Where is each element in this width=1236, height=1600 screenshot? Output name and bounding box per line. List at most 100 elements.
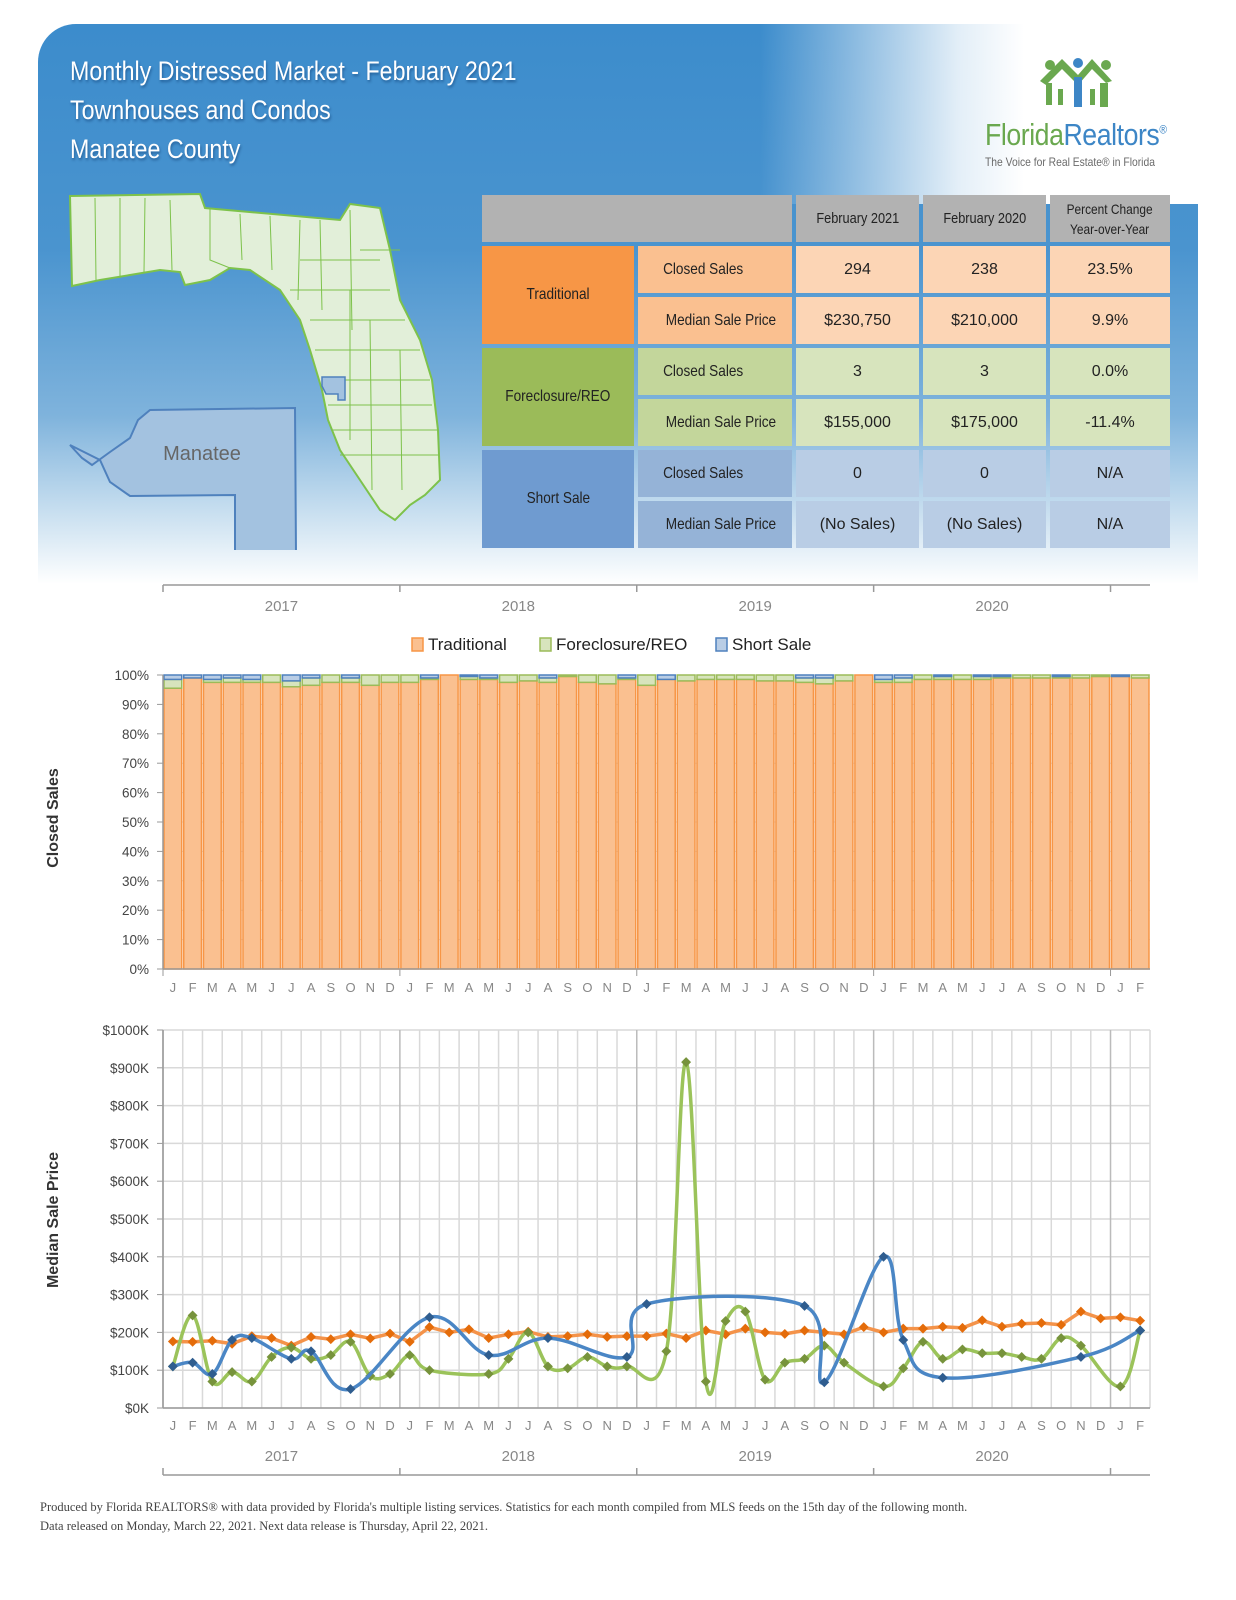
marker-traditional — [957, 1322, 968, 1333]
x-month-label: O — [345, 1418, 355, 1433]
marker-traditional — [681, 1333, 692, 1344]
logo-florida: Florida — [985, 117, 1064, 152]
x-month-label: M — [207, 980, 218, 995]
manatee-label: Manatee — [163, 443, 241, 465]
bar-foreclosure — [1031, 674, 1052, 679]
marker-foreclosure — [424, 1365, 435, 1376]
bar-traditional — [854, 674, 874, 970]
bottom-year-axis: 2017 2018 2019 2020 — [162, 1448, 1150, 1476]
y-tick-label: $800K — [110, 1099, 149, 1114]
value-cell: 0 — [923, 450, 1046, 497]
bar-traditional — [1051, 677, 1071, 970]
table-row: Foreclosure/REO Closed Sales 3 3 0.0% — [482, 348, 1170, 446]
bar-traditional — [281, 686, 301, 970]
metric-label: Closed Sales — [638, 348, 792, 395]
metric-label: Median Sale Price — [638, 297, 792, 344]
marker-traditional — [444, 1327, 455, 1338]
marker-foreclosure — [977, 1348, 988, 1359]
x-month-label: F — [1136, 980, 1144, 995]
x-month-label: N — [366, 1418, 375, 1433]
bar-short-sale — [794, 674, 815, 679]
bar-foreclosure — [637, 674, 657, 687]
marker-traditional — [1115, 1312, 1126, 1323]
x-month-label: N — [1076, 980, 1085, 995]
bar-foreclosure — [163, 678, 183, 689]
value-cell: 238 — [923, 246, 1046, 293]
x-month-label: M — [246, 1418, 257, 1433]
x-month-label: D — [622, 1418, 631, 1433]
marker-foreclosure — [681, 1057, 692, 1068]
marker-foreclosure — [997, 1348, 1007, 1359]
footer-line-1: Produced by Florida REALTORS® with data … — [40, 1500, 968, 1514]
footer-line-2: Data released on Monday, March 22, 2021.… — [40, 1519, 489, 1533]
bar-traditional — [577, 681, 598, 970]
bar-foreclosure — [498, 674, 519, 684]
marker-foreclosure — [1016, 1352, 1027, 1362]
y-tick-label: 30% — [122, 874, 149, 889]
x-month-label: J — [999, 1418, 1006, 1433]
x-month-label: D — [622, 980, 631, 995]
x-month-label: J — [505, 1418, 512, 1433]
marker-foreclosure — [878, 1381, 889, 1392]
marker-traditional — [937, 1321, 948, 1332]
marker-short-sale — [424, 1312, 435, 1323]
x-month-label: S — [800, 1418, 809, 1433]
marker-foreclosure — [700, 1376, 711, 1387]
x-month-label: J — [762, 1418, 769, 1433]
bar-traditional — [755, 680, 775, 970]
category-foreclosure: Foreclosure/REO — [482, 348, 634, 446]
category-traditional: Traditional — [482, 246, 634, 344]
bar-traditional — [242, 681, 262, 970]
bar-traditional — [1012, 677, 1032, 970]
bar-traditional — [459, 678, 479, 970]
marker-traditional — [779, 1328, 790, 1339]
y-tick-label: 70% — [122, 756, 149, 771]
marker-traditional — [187, 1336, 198, 1347]
x-month-label: A — [465, 980, 474, 995]
bar-foreclosure — [1091, 674, 1111, 678]
pct-cell: 0.0% — [1050, 348, 1170, 395]
x-month-label: J — [288, 980, 295, 995]
y-tick-label: 60% — [122, 786, 149, 801]
x-month-label: O — [582, 1418, 592, 1433]
x-month-label: J — [999, 980, 1006, 995]
marker-foreclosure — [582, 1352, 593, 1362]
x-month-label: J — [268, 980, 275, 995]
bar-foreclosure — [321, 674, 341, 684]
bar-short-sale — [814, 674, 834, 679]
bar-foreclosure — [676, 674, 696, 682]
x-month-label: A — [1017, 1418, 1026, 1433]
legend-swatch — [539, 637, 552, 652]
bar-short-sale — [933, 674, 953, 678]
marker-short-sale — [246, 1333, 257, 1344]
bar-foreclosure — [400, 674, 420, 684]
bar-short-sale — [992, 674, 1012, 678]
bar-traditional — [360, 684, 380, 970]
median-price-line-chart: $0K $100K $200K $300K $400K $500K $600K $700K $8… — [102, 1023, 1151, 1433]
value-cell: $175,000 — [923, 399, 1046, 446]
y-tick-label: $200K — [110, 1325, 149, 1340]
col-pct-change: Percent Change Year-over-Year — [1050, 195, 1170, 242]
bar-traditional — [933, 678, 953, 970]
marker-traditional — [385, 1328, 395, 1339]
year-label: 2019 — [739, 1448, 772, 1465]
marker-traditional — [365, 1333, 376, 1344]
houses-people-icon — [1040, 58, 1112, 107]
x-month-label: J — [742, 1418, 749, 1433]
bar-foreclosure — [755, 674, 775, 682]
x-month-label: M — [444, 1418, 455, 1433]
bar-traditional — [834, 680, 854, 970]
bar-traditional — [321, 681, 341, 970]
x-month-label: A — [544, 1418, 553, 1433]
bar-traditional — [735, 678, 755, 970]
x-month-label: O — [1056, 980, 1066, 995]
pct-cell: 23.5% — [1050, 246, 1170, 293]
x-month-label: J — [880, 1418, 887, 1433]
charts-area: 2017 2018 2019 2020 Traditional Foreclosure/… — [45, 584, 1151, 1476]
y-tick-label: $400K — [110, 1250, 149, 1265]
florida-map: Manatee — [68, 192, 442, 550]
bar-foreclosure — [834, 674, 854, 682]
x-month-label: M — [918, 1418, 929, 1433]
bar-traditional — [676, 680, 696, 970]
bar-foreclosure — [952, 674, 973, 681]
